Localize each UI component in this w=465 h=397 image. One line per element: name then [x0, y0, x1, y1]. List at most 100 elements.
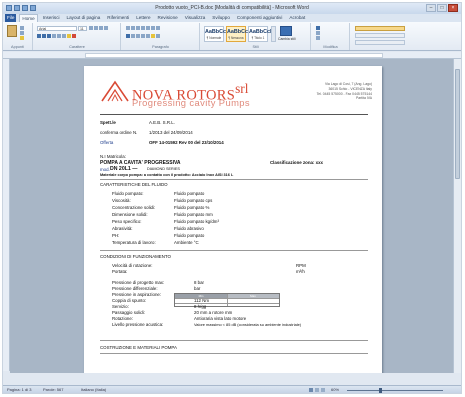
decrease-indent-icon[interactable] — [141, 26, 145, 30]
change-styles-button[interactable]: Cambia stili — [278, 37, 296, 41]
spett-value: A.E.B. S.R.L. — [149, 120, 175, 125]
undo-icon[interactable] — [22, 5, 28, 11]
status-language[interactable]: Italiano (Italia) — [81, 386, 106, 393]
tab-file[interactable]: File — [5, 14, 17, 22]
grow-font-icon[interactable] — [89, 26, 93, 30]
zoom-level[interactable]: 60% — [331, 386, 339, 393]
ribbon-tabs: File Home Inserisci Layout di pagina Rif… — [3, 13, 461, 23]
word-logo-icon[interactable] — [6, 5, 12, 11]
style-normal[interactable]: AaBbCcDd ¶ Normale — [204, 26, 233, 42]
copy-icon[interactable] — [20, 31, 24, 35]
find-icon[interactable] — [316, 26, 320, 30]
close-icon[interactable]: × — [448, 4, 458, 12]
change-case-icon[interactable] — [99, 26, 103, 30]
tab-page-layout[interactable]: Layout di pagina — [65, 14, 103, 22]
fluid-row-value: Ambiente °C — [174, 240, 199, 245]
align-center-icon[interactable] — [131, 34, 135, 38]
operating-row-label: Livello pressione acustica: — [112, 322, 164, 327]
operating-table: Min Max — [174, 293, 280, 307]
shrink-font-icon[interactable] — [94, 26, 98, 30]
increase-indent-icon[interactable] — [146, 26, 150, 30]
acrobat-review-button[interactable] — [355, 40, 405, 45]
vertical-ruler[interactable] — [3, 59, 10, 371]
operating-row-label: Pressione di progetto max: — [112, 280, 165, 285]
redo-icon[interactable] — [30, 5, 36, 11]
status-words[interactable]: Parole: 567 — [43, 386, 63, 393]
font-group: Arial 11 Carattere — [34, 23, 121, 50]
tab-developer[interactable]: Sviluppo — [210, 14, 232, 22]
fluid-row-label: Temperatura di lavoro: — [112, 240, 156, 245]
line-spacing-icon[interactable] — [146, 34, 150, 38]
styles-more-icon[interactable] — [271, 26, 276, 42]
operating-row-value: 20 mm a rotore mm — [194, 310, 233, 315]
font-color-icon[interactable] — [72, 34, 76, 38]
bold-icon[interactable] — [37, 34, 41, 38]
tab-view[interactable]: Visualizza — [183, 14, 208, 22]
bullets-icon[interactable] — [126, 26, 130, 30]
shading-icon[interactable] — [151, 34, 155, 38]
numbering-icon[interactable] — [131, 26, 135, 30]
change-styles-icon[interactable] — [280, 26, 292, 36]
tab-acrobat[interactable]: Acrobat — [287, 14, 307, 22]
highlight-icon[interactable] — [67, 34, 71, 38]
ribbon: Appunti Arial 11 Carattere Paragrafo AaB… — [3, 22, 461, 51]
operating-row-label: Passaggio solidi: — [112, 310, 145, 315]
borders-icon[interactable] — [156, 34, 160, 38]
classification: Classificazione zona: xxx — [270, 160, 323, 165]
tab-insert[interactable]: Inserisci — [41, 14, 62, 22]
minimize-icon[interactable]: – — [426, 4, 436, 12]
operating-row-label: Coppia di spunto: — [112, 298, 147, 303]
font-size-select[interactable]: 11 — [78, 26, 87, 31]
clear-format-icon[interactable] — [104, 26, 108, 30]
tab-addins[interactable]: Componenti aggiuntivi — [235, 14, 284, 22]
replace-icon[interactable] — [316, 31, 320, 35]
view-reading-icon[interactable] — [315, 388, 319, 392]
align-right-icon[interactable] — [136, 34, 140, 38]
fluid-row-label: Fluido pompato: — [112, 191, 144, 196]
zoom-slider-thumb[interactable] — [379, 387, 382, 393]
section-divider — [100, 340, 368, 341]
word-window: Prodotto vuoto_PCI-B.doc [Modalità di co… — [2, 2, 462, 394]
scrollbar-thumb[interactable] — [455, 69, 460, 179]
superscript-icon[interactable] — [62, 34, 66, 38]
section-divider — [100, 353, 368, 354]
subscript-icon[interactable] — [57, 34, 61, 38]
paste-icon[interactable] — [7, 25, 17, 37]
group-label-paragraph: Paragrafo — [152, 45, 169, 49]
font-name-select[interactable]: Arial — [37, 26, 77, 31]
offerta-value: OFF 14-01592 Rev 00 del 23/10/2014 — [149, 140, 224, 145]
horizontal-ruler[interactable] — [3, 52, 461, 59]
acrobat-email-button[interactable] — [355, 33, 405, 38]
fluid-row-value: Fluido pompato kg/dm³ — [174, 219, 219, 224]
show-marks-icon[interactable] — [156, 26, 160, 30]
strikethrough-icon[interactable] — [52, 34, 56, 38]
status-bar: Pagina: 1 di 3 Parole: 567 Italiano (Ita… — [3, 385, 461, 393]
operating-row-label: Rotazione: — [112, 316, 133, 321]
tab-mailings[interactable]: Lettere — [134, 14, 152, 22]
view-print-layout-icon[interactable] — [309, 388, 313, 392]
save-icon[interactable] — [14, 5, 20, 11]
style-heading-1[interactable]: AaBbCcI ¶ Titolo 1 — [248, 26, 271, 42]
underline-icon[interactable] — [47, 34, 51, 38]
maximize-icon[interactable]: □ — [437, 4, 447, 12]
fluid-row-value: Fluido pompato — [174, 233, 205, 238]
document-page[interactable]: NOVA ROTORSsrl Progressing cavity Pumps … — [84, 66, 382, 373]
style-no-spacing[interactable]: AaBbCcI ¶ Nessuna — [226, 26, 249, 42]
acrobat-create-pdf-button[interactable] — [355, 26, 405, 31]
select-icon[interactable] — [316, 36, 320, 40]
quick-access-toolbar — [6, 5, 36, 11]
format-painter-icon[interactable] — [20, 36, 24, 40]
vertical-scrollbar[interactable] — [453, 59, 461, 373]
status-page[interactable]: Pagina: 1 di 3 — [7, 386, 31, 393]
tab-review[interactable]: Revisione — [156, 14, 180, 22]
operating-row-label: Pressione differenziale: — [112, 286, 158, 291]
zoom-slider[interactable] — [347, 389, 443, 391]
view-web-icon[interactable] — [321, 388, 325, 392]
cut-icon[interactable] — [20, 26, 24, 30]
tab-references[interactable]: Riferimenti — [105, 14, 131, 22]
italic-icon[interactable] — [42, 34, 46, 38]
sort-icon[interactable] — [151, 26, 155, 30]
multilevel-list-icon[interactable] — [136, 26, 140, 30]
justify-icon[interactable] — [141, 34, 145, 38]
align-left-icon[interactable] — [126, 34, 130, 38]
